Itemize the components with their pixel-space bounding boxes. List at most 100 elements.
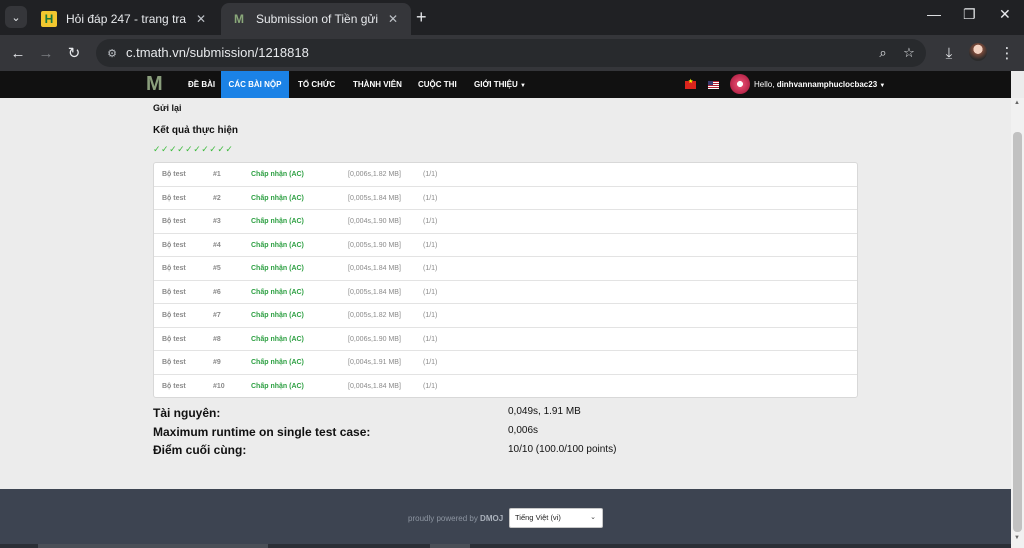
language-value: Tiếng Việt (vi)	[515, 513, 561, 522]
tab-search-chevron-icon[interactable]: ⌄	[5, 6, 27, 28]
site-logo-icon[interactable]: M	[146, 73, 166, 95]
download-icon[interactable]: ⤓	[938, 42, 960, 64]
table-row: Bộ test #7 Chấp nhận (AC) [0,005s,1.82 M…	[154, 304, 857, 328]
user-name: dinhvannamphuclocbac23	[776, 80, 878, 89]
test-label: Bộ test	[162, 265, 186, 272]
test-resources: [0,004s,1.90 MB]	[348, 218, 401, 225]
browser-tab-submission[interactable]: M Submission of Tiền gửi ngân hà ✕	[221, 3, 411, 35]
test-number: #6	[213, 288, 221, 296]
us-flag-icon[interactable]	[708, 81, 719, 89]
test-resources: [0,004s,1.91 MB]	[348, 359, 401, 366]
test-points: (1/1)	[423, 335, 438, 343]
url-text[interactable]: c.tmath.vn/submission/1218818	[126, 45, 309, 60]
nav-about-label: GIỚI THIỆU	[474, 80, 518, 89]
address-bar[interactable]: ⚙ c.tmath.vn/submission/1218818 ⌕ ☆	[96, 39, 926, 67]
reload-icon[interactable]: ↻	[63, 42, 85, 64]
test-number: #8	[213, 335, 221, 343]
vietnam-flag-icon[interactable]	[685, 78, 696, 89]
test-label: Bộ test	[162, 218, 186, 225]
nav-about[interactable]: GIỚI THIỆU ▼	[474, 71, 526, 98]
test-resources: [0,006s,1.90 MB]	[348, 335, 401, 343]
max-runtime-label: Maximum runtime on single test case:	[153, 425, 371, 439]
site-settings-icon[interactable]: ⚙	[104, 45, 120, 61]
test-points: (1/1)	[423, 288, 438, 296]
nav-contests[interactable]: CUỘC THI	[418, 71, 457, 98]
tmath-favicon-icon: M	[234, 12, 244, 26]
forward-arrow-icon[interactable]: →	[35, 42, 57, 64]
nav-users[interactable]: THÀNH VIÊN	[353, 71, 402, 98]
test-points: (1/1)	[423, 241, 438, 249]
test-status: Chấp nhận (AC)	[251, 265, 304, 272]
test-status: Chấp nhận (AC)	[251, 218, 304, 225]
nav-organizations[interactable]: TỔ CHỨC	[298, 71, 335, 98]
test-resources: [0,005s,1.84 MB]	[348, 288, 401, 296]
scroll-segment	[38, 544, 268, 548]
bookmark-star-icon[interactable]: ☆	[900, 44, 918, 62]
test-number: #2	[213, 194, 221, 202]
test-points: (1/1)	[423, 171, 438, 178]
test-label: Bộ test	[162, 382, 186, 390]
submission-page: Gửi lại Kết quả thực hiện ✓✓✓✓✓✓✓✓✓✓ Bộ …	[0, 98, 1011, 489]
test-points: (1/1)	[423, 194, 438, 202]
scroll-down-arrow-icon[interactable]: ▼	[1014, 535, 1020, 541]
resubmit-link[interactable]: Gửi lại	[153, 103, 182, 113]
table-row: Bộ test #2 Chấp nhận (AC) [0,005s,1.84 M…	[154, 187, 857, 210]
table-row: Bộ test #10 Chấp nhận (AC) [0,004s,1.84 …	[154, 375, 857, 399]
user-menu[interactable]: Hello, dinhvannamphuclocbac23 ▼	[754, 71, 885, 98]
site-navbar: M ĐỀ BÀI CÁC BÀI NỘP TỔ CHỨC THÀNH VIÊN …	[0, 71, 1011, 98]
site-footer: proudly powered by DMOJ Tiếng Việt (vi) ⌄	[0, 489, 1011, 544]
test-label: Bộ test	[162, 194, 186, 202]
test-points: (1/1)	[423, 382, 438, 390]
page-scrollbar[interactable]: ▲ ▼	[1011, 98, 1024, 548]
test-resources: [0,005s,1.90 MB]	[348, 241, 401, 249]
zoom-search-icon[interactable]: ⌕	[874, 44, 892, 62]
browser-tab-hoidap[interactable]: H Hỏi đáp 247 - trang tra loi ✕	[31, 3, 219, 35]
test-label: Bộ test	[162, 335, 186, 343]
minimize-icon[interactable]: —	[927, 6, 941, 22]
dmoj-link[interactable]: DMOJ	[480, 514, 503, 523]
scroll-up-arrow-icon[interactable]: ▲	[1014, 100, 1020, 106]
test-number: #9	[213, 359, 221, 366]
resources-label: Tài nguyên:	[153, 406, 221, 420]
table-row: Bộ test #8 Chấp nhận (AC) [0,006s,1.90 M…	[154, 328, 857, 351]
nav-submissions[interactable]: CÁC BÀI NỘP	[221, 71, 289, 98]
test-label: Bộ test	[162, 312, 186, 319]
browser-tab-strip: ⌄ H Hỏi đáp 247 - trang tra loi ✕ M Subm…	[0, 0, 1024, 35]
nav-problems[interactable]: ĐỀ BÀI	[188, 71, 215, 98]
powered-prefix: proudly powered by	[408, 514, 481, 523]
test-number: #3	[213, 218, 221, 225]
table-row: Bộ test #9 Chấp nhận (AC) [0,004s,1.91 M…	[154, 351, 857, 375]
user-avatar[interactable]	[730, 74, 750, 94]
chevron-down-icon: ⌄	[590, 514, 596, 521]
test-points: (1/1)	[423, 265, 438, 272]
table-row: Bộ test #1 Chấp nhận (AC) [0,006s,1.82 M…	[154, 163, 857, 187]
profile-avatar-icon[interactable]	[969, 43, 987, 61]
table-row: Bộ test #3 Chấp nhận (AC) [0,004s,1.90 M…	[154, 210, 857, 234]
test-label: Bộ test	[162, 241, 186, 249]
test-status: Chấp nhận (AC)	[251, 382, 304, 390]
max-runtime-value: 0,006s	[508, 425, 539, 436]
kebab-menu-icon[interactable]: ⋮	[996, 42, 1018, 64]
window-close-icon[interactable]: ✕	[999, 6, 1011, 23]
close-tab-icon[interactable]: ✕	[385, 12, 401, 26]
table-row: Bộ test #5 Chấp nhận (AC) [0,004s,1.84 M…	[154, 257, 857, 281]
scrollbar-thumb[interactable]	[1013, 132, 1022, 532]
close-tab-icon[interactable]: ✕	[193, 12, 209, 26]
test-number: #1	[213, 171, 221, 178]
restore-icon[interactable]: ❐	[963, 6, 976, 23]
test-label: Bộ test	[162, 359, 186, 366]
caret-down-icon: ▼	[519, 83, 526, 89]
test-status: Chấp nhận (AC)	[251, 194, 304, 202]
language-select[interactable]: Tiếng Việt (vi) ⌄	[509, 508, 603, 528]
new-tab-plus-icon[interactable]: +	[416, 7, 427, 27]
test-points: (1/1)	[423, 312, 438, 319]
hoidap-favicon-icon: H	[41, 11, 57, 27]
back-arrow-icon[interactable]: ←	[7, 42, 29, 64]
test-resources: [0,006s,1.82 MB]	[348, 171, 401, 178]
test-status: Chấp nhận (AC)	[251, 171, 304, 178]
table-row: Bộ test #6 Chấp nhận (AC) [0,005s,1.84 M…	[154, 281, 857, 304]
test-number: #10	[213, 382, 225, 390]
result-heading: Kết quả thực hiện	[153, 125, 239, 136]
final-score-value: 10/10 (100.0/100 points)	[508, 444, 617, 455]
test-status: Chấp nhận (AC)	[251, 288, 304, 296]
